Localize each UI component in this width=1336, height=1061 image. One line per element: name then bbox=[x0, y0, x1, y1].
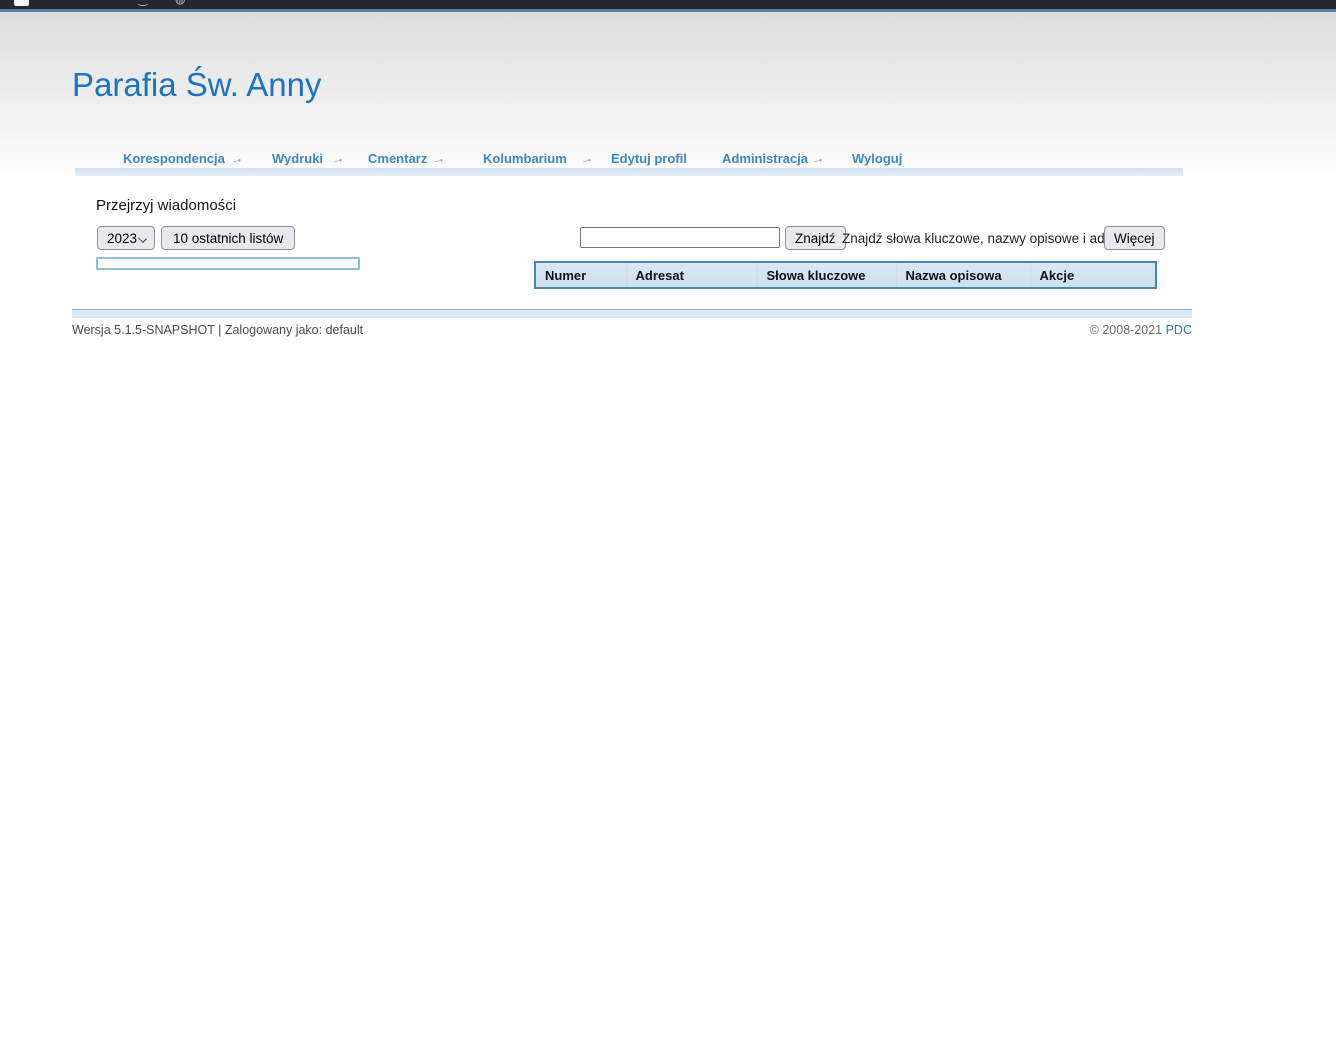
nav-item-cmentarz[interactable]: Cmentarz bbox=[368, 151, 427, 166]
column-header-nazwa-opisowa[interactable]: Nazwa opisowa bbox=[896, 262, 1030, 288]
find-button[interactable]: Znajdź bbox=[785, 226, 846, 250]
pdc-link[interactable]: PDC bbox=[1166, 323, 1192, 337]
chevron-down-icon bbox=[138, 234, 147, 243]
nav-underline-strip bbox=[75, 168, 1183, 176]
nav-item-administracja[interactable]: Administracja bbox=[722, 151, 808, 166]
submenu-arrow-icon: → bbox=[228, 150, 244, 168]
submenu-arrow-icon: → bbox=[329, 150, 345, 168]
section-heading: Przejrzyj wiadomości bbox=[96, 197, 236, 214]
page: ‿ ◍ Parafia Św. Anny Korespondencja → Wy… bbox=[0, 0, 1336, 1061]
page-title: Parafia Św. Anny bbox=[72, 66, 321, 104]
submenu-arrow-icon: → bbox=[430, 150, 446, 168]
nav-item-kolumbarium[interactable]: Kolumbarium bbox=[483, 151, 567, 166]
browser-globe-icon-fragment: ◍ bbox=[175, 0, 185, 5]
footer-copyright: © 2008-2021 PDC bbox=[792, 323, 1192, 337]
recent-letters-button[interactable]: 10 ostatnich listów bbox=[161, 226, 295, 250]
browser-icon-fragment: ‿ bbox=[138, 0, 148, 5]
nav-item-wyloguj[interactable]: Wyloguj bbox=[852, 151, 902, 166]
year-select[interactable]: 2023 bbox=[97, 226, 155, 250]
column-header-adresat[interactable]: Adresat bbox=[626, 262, 757, 288]
nav-item-wydruki[interactable]: Wydruki bbox=[272, 151, 323, 166]
browser-chrome-bar: ‿ ◍ bbox=[0, 0, 1336, 9]
submenu-arrow-icon: → bbox=[809, 150, 825, 168]
footer-version-text: Wersja 5.1.5-SNAPSHOT | Zalogowany jako:… bbox=[72, 323, 363, 337]
copyright-text: © 2008-2021 bbox=[1090, 323, 1166, 337]
messages-table: Numer Adresat Słowa kluczowe Nazwa opiso… bbox=[534, 261, 1157, 289]
search-hint-text: Znajdź słowa kluczowe, nazwy opisowe i a… bbox=[842, 231, 1130, 246]
table-header-row: Numer Adresat Słowa kluczowe Nazwa opiso… bbox=[535, 262, 1156, 288]
footer-divider bbox=[72, 309, 1192, 318]
submenu-arrow-icon: → bbox=[578, 150, 594, 168]
main-navigation: Korespondencja → Wydruki → Cmentarz → Ko… bbox=[0, 151, 1336, 168]
column-header-slowa-kluczowe[interactable]: Słowa kluczowe bbox=[757, 262, 896, 288]
nav-item-korespondencja[interactable]: Korespondencja bbox=[123, 151, 225, 166]
column-header-akcje[interactable]: Akcje bbox=[1030, 262, 1156, 288]
search-input[interactable] bbox=[580, 227, 780, 248]
year-select-value: 2023 bbox=[107, 231, 137, 246]
nav-item-edytuj-profil[interactable]: Edytuj profil bbox=[611, 151, 687, 166]
browser-tab-fragment bbox=[14, 0, 29, 6]
filter-input[interactable] bbox=[96, 257, 360, 270]
column-header-numer[interactable]: Numer bbox=[535, 262, 626, 288]
more-button[interactable]: Więcej bbox=[1104, 226, 1165, 250]
